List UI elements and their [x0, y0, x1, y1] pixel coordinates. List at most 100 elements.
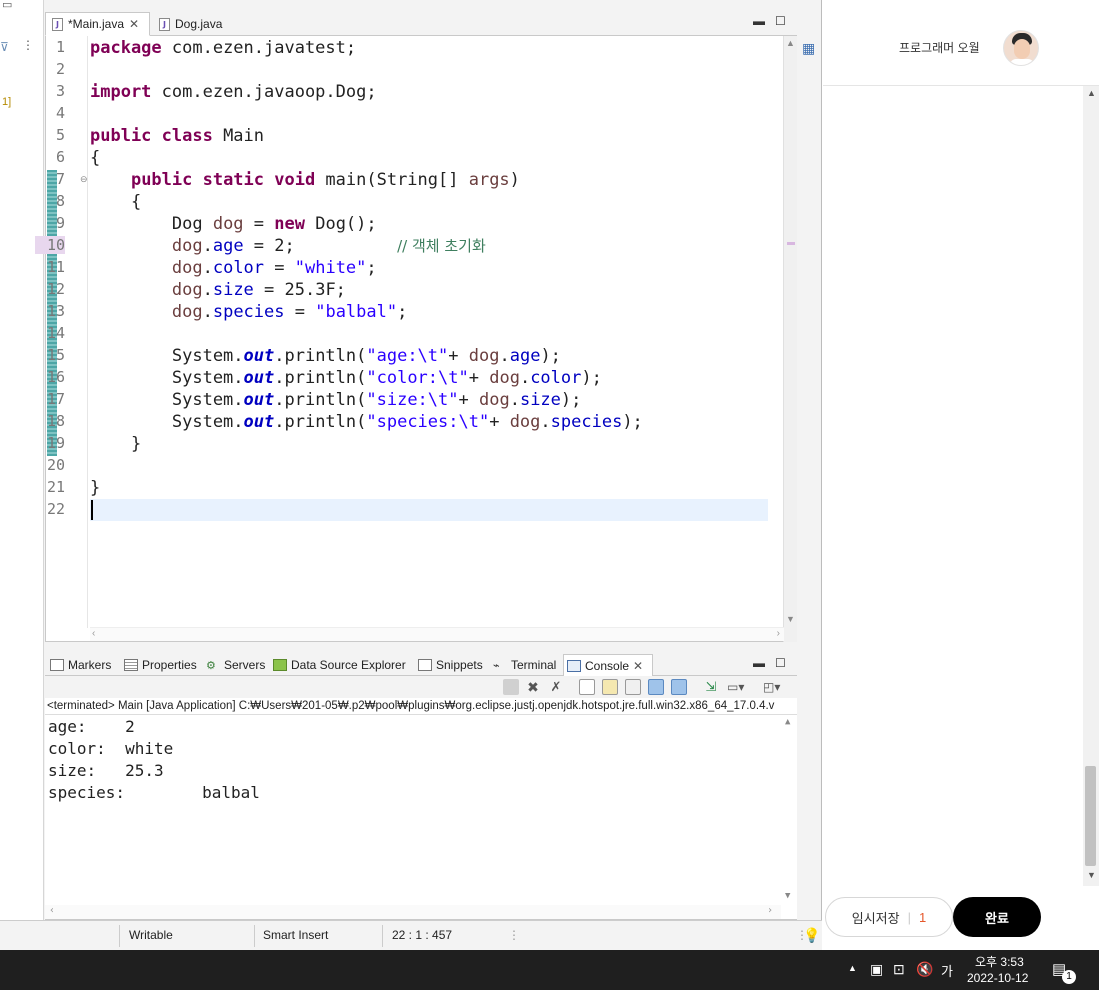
divider — [119, 925, 120, 947]
chat-icon[interactable]: ▣ — [870, 961, 883, 978]
overview-ruler[interactable]: ▲ ▼ — [783, 36, 797, 642]
scroll-down-icon[interactable]: ▼ — [786, 614, 795, 624]
code-area[interactable]: package com.ezen.javatest; import com.ez… — [90, 36, 770, 628]
volume-muted-icon[interactable]: 🔇 — [916, 961, 933, 978]
ime-indicator[interactable]: 가 — [941, 961, 953, 980]
editor-tab-bar: J *Main.java ✕ J Dog.java ▬ ☐ — [45, 12, 797, 36]
pin-console-icon[interactable]: ⇲ — [703, 679, 719, 695]
scroll-up-icon[interactable]: ▲ — [786, 38, 795, 48]
blog-header: 프로그래머 오월 — [823, 0, 1099, 86]
tab-markers[interactable]: Markers — [47, 654, 114, 676]
divider — [382, 925, 383, 947]
line-number: 5 — [55, 126, 65, 144]
avatar-face — [1014, 39, 1030, 59]
show-hidden-icons-icon[interactable]: ▲ — [848, 963, 857, 973]
console-vertical-scrollbar[interactable]: ▲ ▼ — [781, 715, 797, 905]
tip-lightbulb-icon[interactable]: 💡 — [803, 921, 820, 951]
console-line: species: balbal — [48, 783, 260, 802]
display-console-icon[interactable]: ▭▾ — [727, 679, 744, 695]
temp-save-label: 임시저장 — [851, 910, 900, 926]
writable-status: Writable — [129, 928, 173, 942]
tab-properties[interactable]: Properties — [121, 654, 200, 676]
code-line-11: dog.color = "white"; — [90, 258, 377, 278]
blog-editor-panel: 프로그래머 오월 ▲ ▼ 임시저장 | 1 완료 — [823, 0, 1099, 950]
code-line-1: package com.ezen.javatest; — [90, 38, 357, 58]
minimize-icon[interactable]: ▭ — [2, 0, 12, 11]
show-on-stdout-icon[interactable] — [648, 679, 664, 695]
avatar[interactable] — [1003, 30, 1039, 66]
scroll-left-icon[interactable]: ‹ — [49, 905, 55, 916]
line-number: 1 — [55, 38, 65, 56]
tab-label: Data Source Explorer — [291, 658, 406, 672]
scroll-lock-icon[interactable] — [602, 679, 618, 695]
occurrence-marker[interactable] — [787, 242, 795, 245]
minimize-icon[interactable]: ▬ — [753, 656, 765, 670]
line-number: 20 — [46, 456, 65, 474]
console-output[interactable]: age: 2 color: white size: 25.3 species: … — [45, 715, 797, 920]
outline-icon[interactable]: ▦ — [802, 40, 815, 57]
markers-icon — [50, 659, 64, 671]
show-on-stderr-icon[interactable] — [671, 679, 687, 695]
maximize-icon[interactable]: ☐ — [775, 14, 786, 28]
temp-save-button[interactable]: 임시저장 | 1 — [825, 897, 953, 937]
tab-servers[interactable]: ⚙ Servers — [203, 654, 268, 676]
network-icon[interactable]: ⊡ — [893, 961, 905, 978]
tab-data-source-explorer[interactable]: Data Source Explorer — [270, 654, 409, 676]
code-line-12: dog.size = 25.3F; — [90, 280, 346, 300]
tab-main-java[interactable]: J *Main.java ✕ — [45, 12, 150, 36]
console-horizontal-scrollbar[interactable]: ‹ › — [45, 905, 781, 919]
view-menu-icon[interactable]: ⋮ — [22, 38, 34, 52]
horizontal-scrollbar[interactable]: ‹ › — [90, 627, 784, 641]
scroll-down-icon[interactable]: ▼ — [1087, 870, 1096, 880]
java-editor[interactable]: 1 2 3 4 5 6 7 ⊖ 8 9 10 11 12 13 14 15 16… — [35, 36, 797, 642]
console-icon — [567, 659, 581, 672]
data-source-icon — [273, 659, 287, 671]
tab-terminal[interactable]: ⌁ Terminal — [490, 654, 559, 676]
publish-button[interactable]: 완료 — [953, 897, 1041, 937]
scroll-thumb[interactable] — [1085, 766, 1096, 866]
word-wrap-icon[interactable] — [625, 679, 641, 695]
open-console-icon[interactable]: ◰▾ — [763, 679, 780, 695]
scroll-up-icon[interactable]: ▲ — [785, 717, 790, 727]
clear-console-icon[interactable] — [579, 679, 595, 695]
servers-icon: ⚙ — [206, 660, 216, 672]
remove-launch-icon[interactable]: ✖ — [525, 679, 541, 695]
line-number: 18 — [46, 412, 65, 430]
console-line: color: white — [48, 739, 174, 758]
console-launch-description: <terminated> Main [Java Application] C:₩… — [45, 698, 797, 715]
terminate-icon[interactable] — [503, 679, 519, 695]
code-line-5: public class Main — [90, 126, 265, 146]
tab-dog-java[interactable]: J Dog.java — [153, 12, 233, 36]
tab-console[interactable]: Console ✕ — [563, 654, 653, 676]
tab-label: Console — [585, 658, 630, 673]
username[interactable]: 프로그래머 오월 — [899, 39, 980, 56]
scroll-right-icon[interactable]: › — [777, 628, 780, 639]
maximize-icon[interactable]: ☐ — [775, 656, 786, 670]
code-line-3: import com.ezen.javaoop.Dog; — [90, 82, 377, 102]
page-scrollbar[interactable]: ▲ ▼ — [1083, 86, 1099, 886]
tab-label: *Main.java — [68, 17, 125, 31]
scroll-up-icon[interactable]: ▲ — [1087, 88, 1096, 98]
scroll-left-icon[interactable]: ‹ — [92, 628, 95, 639]
fold-collapse-icon[interactable]: ⊖ — [80, 174, 88, 185]
line-number: 9 — [55, 214, 65, 232]
clock-time[interactable]: 오후 3:53 — [975, 953, 1024, 970]
line-number: 15 — [46, 346, 65, 364]
code-line-7: public static void main(String[] args) — [130, 170, 520, 190]
scroll-down-icon[interactable]: ▼ — [785, 891, 790, 901]
console-line: age: 2 — [48, 717, 135, 736]
close-icon[interactable]: ✕ — [129, 17, 139, 31]
clock-date[interactable]: 2022-10-12 — [967, 971, 1028, 985]
code-line-18: System.out.println("species:\t"+ dog.spe… — [90, 412, 643, 432]
filter-icon[interactable]: ⊽ — [0, 40, 9, 54]
line-number: 4 — [55, 104, 65, 122]
close-icon[interactable]: ✕ — [633, 659, 643, 673]
tab-snippets[interactable]: Snippets — [415, 654, 486, 676]
code-line-10: dog.age = 2; // 객체 초기화 — [90, 236, 486, 256]
tree-fragment-text: 1] — [2, 96, 12, 108]
code-line-6: { — [90, 148, 101, 168]
scroll-right-icon[interactable]: › — [767, 905, 773, 916]
remove-all-terminated-icon[interactable]: ✗ — [548, 679, 564, 695]
minimize-icon[interactable]: ▬ — [753, 14, 765, 28]
console-toolbar: ✖ ✗ ⇲ ▭▾ ◰▾ — [45, 676, 797, 698]
